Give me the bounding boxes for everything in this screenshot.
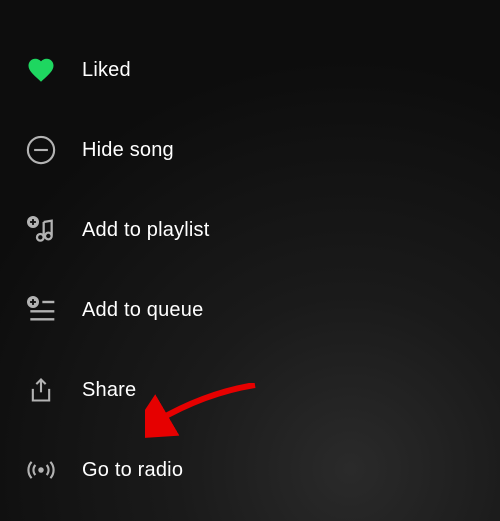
heart-icon: [24, 53, 58, 87]
menu-item-label: Add to playlist: [82, 219, 210, 242]
add-to-playlist-item[interactable]: Add to playlist: [0, 190, 500, 270]
hide-icon: [24, 133, 58, 167]
menu-item-label: Liked: [82, 59, 131, 82]
radio-icon: [24, 453, 58, 487]
add-queue-icon: [24, 293, 58, 327]
menu-item-label: Add to queue: [82, 299, 203, 322]
liked-item[interactable]: Liked: [0, 30, 500, 110]
menu-item-label: Share: [82, 379, 136, 402]
hide-song-item[interactable]: Hide song: [0, 110, 500, 190]
share-item[interactable]: Share: [0, 350, 500, 430]
add-to-queue-item[interactable]: Add to queue: [0, 270, 500, 350]
context-menu: Liked Hide song Add to playlist: [0, 0, 500, 510]
menu-item-label: Hide song: [82, 139, 174, 162]
share-icon: [24, 373, 58, 407]
add-playlist-icon: [24, 213, 58, 247]
menu-item-label: Go to radio: [82, 459, 183, 482]
go-to-radio-item[interactable]: Go to radio: [0, 430, 500, 510]
